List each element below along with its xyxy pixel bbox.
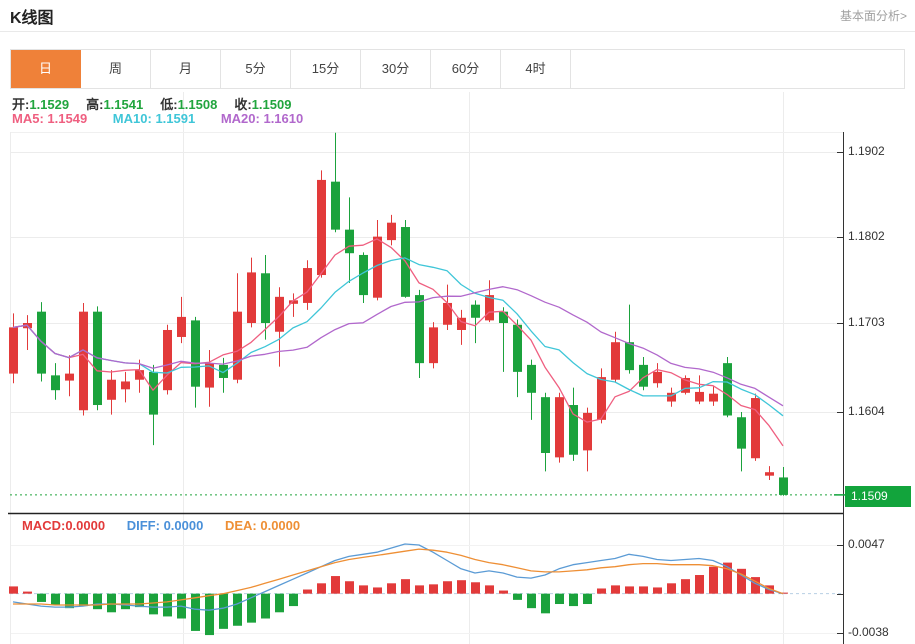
ma10-pair: MA10: 1.1591 [113, 111, 195, 126]
macd-values-row: MACD:0.0000 DIFF: 0.0000 DEA: 0.0000 [22, 518, 318, 533]
ma5-value: 1.1549 [47, 111, 87, 126]
ma5-pair: MA5: 1.1549 [12, 111, 87, 126]
open-label: 开: [12, 97, 29, 112]
ma20-pair: MA20: 1.1610 [221, 111, 303, 126]
price-axis-label: 1.1802 [848, 229, 912, 243]
ma-row: MA5: 1.1549 MA10: 1.1591 MA20: 1.1610 [12, 111, 325, 126]
price-axis-label: 1.1902 [848, 144, 912, 158]
macd-pair: MACD:0.0000 [22, 518, 105, 533]
open-value: 1.1529 [29, 97, 69, 112]
high-value: 1.1541 [103, 97, 143, 112]
low-label: 低: [160, 97, 177, 112]
price-axis-label: 1.1604 [848, 404, 912, 418]
dea-pair: DEA: 0.0000 [225, 518, 300, 533]
diff-pair: DIFF: 0.0000 [127, 518, 204, 533]
close-value: 1.1509 [252, 97, 292, 112]
low-value: 1.1508 [178, 97, 218, 112]
kline-widget: K线图 基本面分析> 日周月5分15分30分60分4时 开:1.1529高:1.… [0, 0, 915, 644]
current-price-badge: 1.1509 [845, 486, 911, 507]
high-label: 高: [86, 97, 103, 112]
macd-value: 0.0000 [65, 518, 105, 533]
price-axis-label: 1.1703 [848, 315, 912, 329]
diff-value: 0.0000 [164, 518, 204, 533]
macd-axis-label: 0.0047 [848, 537, 912, 551]
close-label: 收: [234, 97, 251, 112]
dea-value: 0.0000 [260, 518, 300, 533]
ma10-value: 1.1591 [155, 111, 195, 126]
ma20-value: 1.1610 [263, 111, 303, 126]
macd-axis-label: -0.0038 [848, 625, 912, 639]
